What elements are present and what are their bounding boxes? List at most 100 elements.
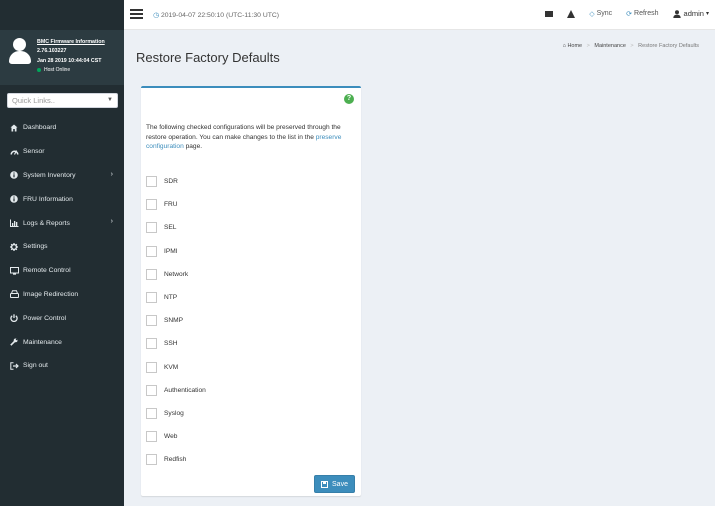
page-title: Restore Factory Defaults (136, 50, 280, 65)
checkbox-row-ipmi[interactable]: IPMI (146, 240, 346, 263)
sign-out-icon (9, 362, 19, 370)
alerts-button[interactable] (567, 9, 576, 18)
checkbox[interactable] (146, 361, 157, 373)
checkbox[interactable] (146, 454, 157, 466)
checkbox[interactable] (146, 222, 157, 234)
top-header: ◷ 2019-04-07 22:50:10 (UTC-11:30 UTC) ◇ Sy… (124, 0, 715, 30)
sidebar-item-label: FRU Information (23, 195, 73, 203)
sidebar-item-settings[interactable]: Settings (0, 235, 124, 259)
checkbox[interactable] (146, 384, 157, 396)
chevron-down-icon: ▼ (107, 97, 113, 103)
breadcrumb-maintenance-link[interactable]: Maintenance (594, 43, 626, 49)
checkbox-label: FRU (164, 201, 178, 209)
checkbox-row-fru[interactable]: FRU (146, 193, 346, 216)
restore-defaults-box: ? The following checked configurations w… (141, 86, 361, 496)
checkbox[interactable] (146, 315, 157, 327)
sidebar-item-maintenance[interactable]: Maintenance (0, 330, 124, 354)
refresh-button[interactable]: ⟳ Refresh (626, 10, 658, 18)
user-menu-button[interactable]: admin ▾ (672, 9, 709, 18)
sync-button[interactable]: ◇ Sync (589, 10, 612, 18)
checkbox-label: KVM (164, 363, 179, 371)
sidebar-item-label: Sensor (23, 148, 45, 156)
checkbox-row-web[interactable]: Web (146, 425, 346, 448)
envelope-icon (545, 10, 554, 17)
clock-icon: ◷ (153, 12, 159, 19)
sidebar-item-label: Image Redirection (23, 290, 79, 298)
breadcrumb: ⌂ Home > Maintenance > Restore Factory D… (563, 43, 699, 49)
checkbox-label: SSH (164, 340, 178, 348)
gear-icon (9, 242, 19, 251)
header-actions: ◇ Sync ⟳ Refresh admin ▾ (531, 9, 709, 18)
warning-icon (567, 9, 576, 18)
save-icon (321, 480, 329, 488)
checkbox[interactable] (146, 431, 157, 443)
checkbox-row-sdr[interactable]: SDR (146, 170, 346, 193)
sync-icon: ◇ (589, 10, 595, 18)
breadcrumb-separator: > (586, 43, 590, 49)
sidebar-menu: Dashboard Sensor System Inventory › FRU … (0, 116, 124, 378)
breadcrumb-home-link[interactable]: Home (567, 43, 582, 49)
sidebar-item-remote-control[interactable]: Remote Control (0, 259, 124, 283)
checkbox-label: Network (164, 270, 189, 278)
sidebar: BMC Firmware Information 2.76.103227 Jan… (0, 0, 124, 506)
sidebar-item-fru-information[interactable]: FRU Information (0, 187, 124, 211)
checkbox[interactable] (146, 407, 157, 419)
user-avatar-icon (9, 38, 31, 66)
host-status-text: Host Online (44, 67, 71, 73)
checkbox-row-ntp[interactable]: NTP (146, 286, 346, 309)
save-button[interactable]: Save (314, 475, 355, 493)
bmc-firmware-info-link[interactable]: BMC Firmware Information (37, 38, 123, 46)
description-text: The following checked configurations wil… (146, 123, 358, 152)
chevron-right-icon: › (110, 218, 113, 226)
refresh-label: Refresh (634, 10, 659, 17)
checkbox[interactable] (146, 268, 157, 280)
dashboard-icon (9, 124, 19, 132)
checkbox-row-kvm[interactable]: KVM (146, 356, 346, 379)
checkbox-label: NTP (164, 294, 178, 302)
preserve-checkbox-list: SDR FRU SEL IPMI Network NTP SNMP SSH KV… (146, 170, 346, 471)
sidebar-item-dashboard[interactable]: Dashboard (0, 116, 124, 140)
sidebar-item-logs-reports[interactable]: Logs & Reports › (0, 211, 124, 235)
checkbox-row-ssh[interactable]: SSH (146, 332, 346, 355)
status-dot-icon (37, 67, 41, 72)
sidebar-item-label: Sign out (23, 362, 48, 370)
monitor-icon (9, 266, 19, 275)
checkbox[interactable] (146, 338, 157, 350)
caret-down-icon: ▾ (705, 11, 709, 17)
checkbox-row-snmp[interactable]: SNMP (146, 309, 346, 332)
description-suffix: page. (183, 143, 203, 150)
description-prefix: The following checked configurations wil… (146, 124, 341, 141)
checkbox-label: Authentication (164, 386, 206, 394)
checkbox-label: SNMP (164, 317, 184, 325)
datetime-display: ◷ 2019-04-07 22:50:10 (UTC-11:30 UTC) (153, 11, 279, 19)
checkbox-label: SDR (164, 178, 178, 186)
checkbox[interactable] (146, 245, 157, 257)
checkbox-row-sel[interactable]: SEL (146, 216, 346, 239)
sidebar-item-system-inventory[interactable]: System Inventory › (0, 164, 124, 188)
save-label: Save (332, 480, 348, 488)
checkbox-label: IPMI (164, 247, 178, 255)
quick-links-select[interactable]: Quick Links.. ▼ (7, 93, 118, 108)
sidebar-item-label: Power Control (23, 314, 67, 322)
checkbox-row-network[interactable]: Network (146, 263, 346, 286)
checkbox[interactable] (146, 292, 157, 304)
help-icon[interactable]: ? (344, 94, 354, 104)
checkbox[interactable] (146, 176, 157, 188)
chevron-right-icon: › (110, 170, 113, 178)
sidebar-item-sensor[interactable]: Sensor (0, 140, 124, 164)
checkbox-row-syslog[interactable]: Syslog (146, 402, 346, 425)
hamburger-menu-icon[interactable] (130, 9, 143, 19)
sidebar-item-image-redirection[interactable]: Image Redirection (0, 283, 124, 307)
sidebar-item-label: Settings (23, 243, 48, 251)
checkbox-row-authentication[interactable]: Authentication (146, 379, 346, 402)
drive-icon (9, 290, 19, 299)
firmware-build-date: Jan 28 2019 10:44:04 CST (37, 58, 102, 64)
checkbox-label: Web (164, 433, 178, 441)
sidebar-item-label: Dashboard (23, 124, 57, 132)
checkbox[interactable] (146, 199, 157, 211)
sidebar-item-power-control[interactable]: Power Control (0, 306, 124, 330)
sidebar-item-sign-out[interactable]: Sign out (0, 354, 124, 378)
messages-button[interactable] (545, 10, 554, 17)
user-icon (672, 9, 681, 18)
checkbox-row-redfish[interactable]: Redfish (146, 448, 346, 471)
